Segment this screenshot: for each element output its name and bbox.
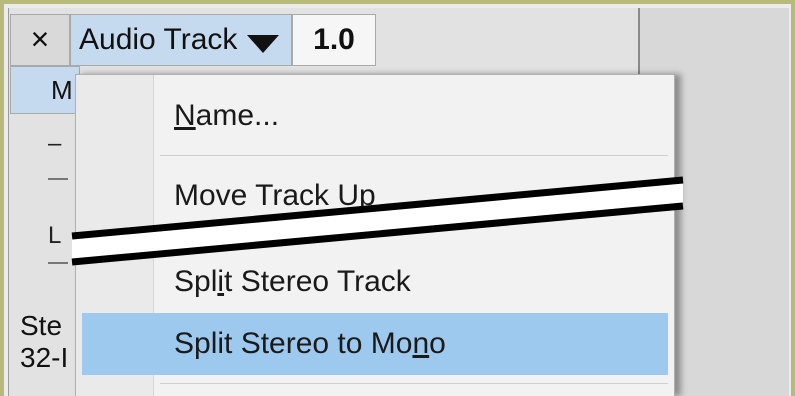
pan-slider[interactable] — [48, 262, 68, 264]
sample-rate-box: 1.0 — [292, 14, 376, 66]
menu-item-split-stereo-track[interactable]: Split Stereo Track — [82, 251, 668, 313]
track-menu-button[interactable]: Audio Track — [70, 14, 292, 66]
menu-item-text: Split Stereo to Mo — [174, 327, 413, 360]
menu-separator — [160, 155, 668, 156]
menu-item-text: o — [429, 327, 446, 360]
track-info-channels: Ste — [20, 310, 63, 341]
menu-item-text: ame... — [195, 99, 280, 132]
menu-item-text: Move Track Up — [174, 179, 376, 212]
menu-item-text: Spl — [174, 265, 218, 298]
menu-separator — [160, 383, 668, 384]
gain-slider-label: – — [48, 130, 62, 157]
gain-slider[interactable] — [48, 178, 68, 180]
dropdown-arrow-icon — [247, 35, 279, 53]
menu-item-mnemonic: n — [412, 327, 430, 360]
track-name-label: Audio Track — [79, 23, 238, 56]
menu-item-split-stereo-to-mono[interactable]: Split Stereo to Mono — [82, 313, 668, 375]
menu-item-text: t Stereo Track — [224, 265, 411, 298]
menu-item-move-track-up[interactable]: Move Track Up — [82, 165, 668, 227]
pan-slider-label: L — [48, 222, 62, 249]
track-dropdown-menu: Name... Move Track Up Split Stereo Track… — [75, 74, 675, 396]
mute-button[interactable]: M — [10, 66, 80, 114]
menu-item-mnemonic: N — [174, 99, 196, 132]
menu-item-name[interactable]: Name... — [82, 85, 668, 147]
track-info-format: 32-I — [20, 342, 69, 373]
close-track-button[interactable]: × — [10, 14, 70, 66]
